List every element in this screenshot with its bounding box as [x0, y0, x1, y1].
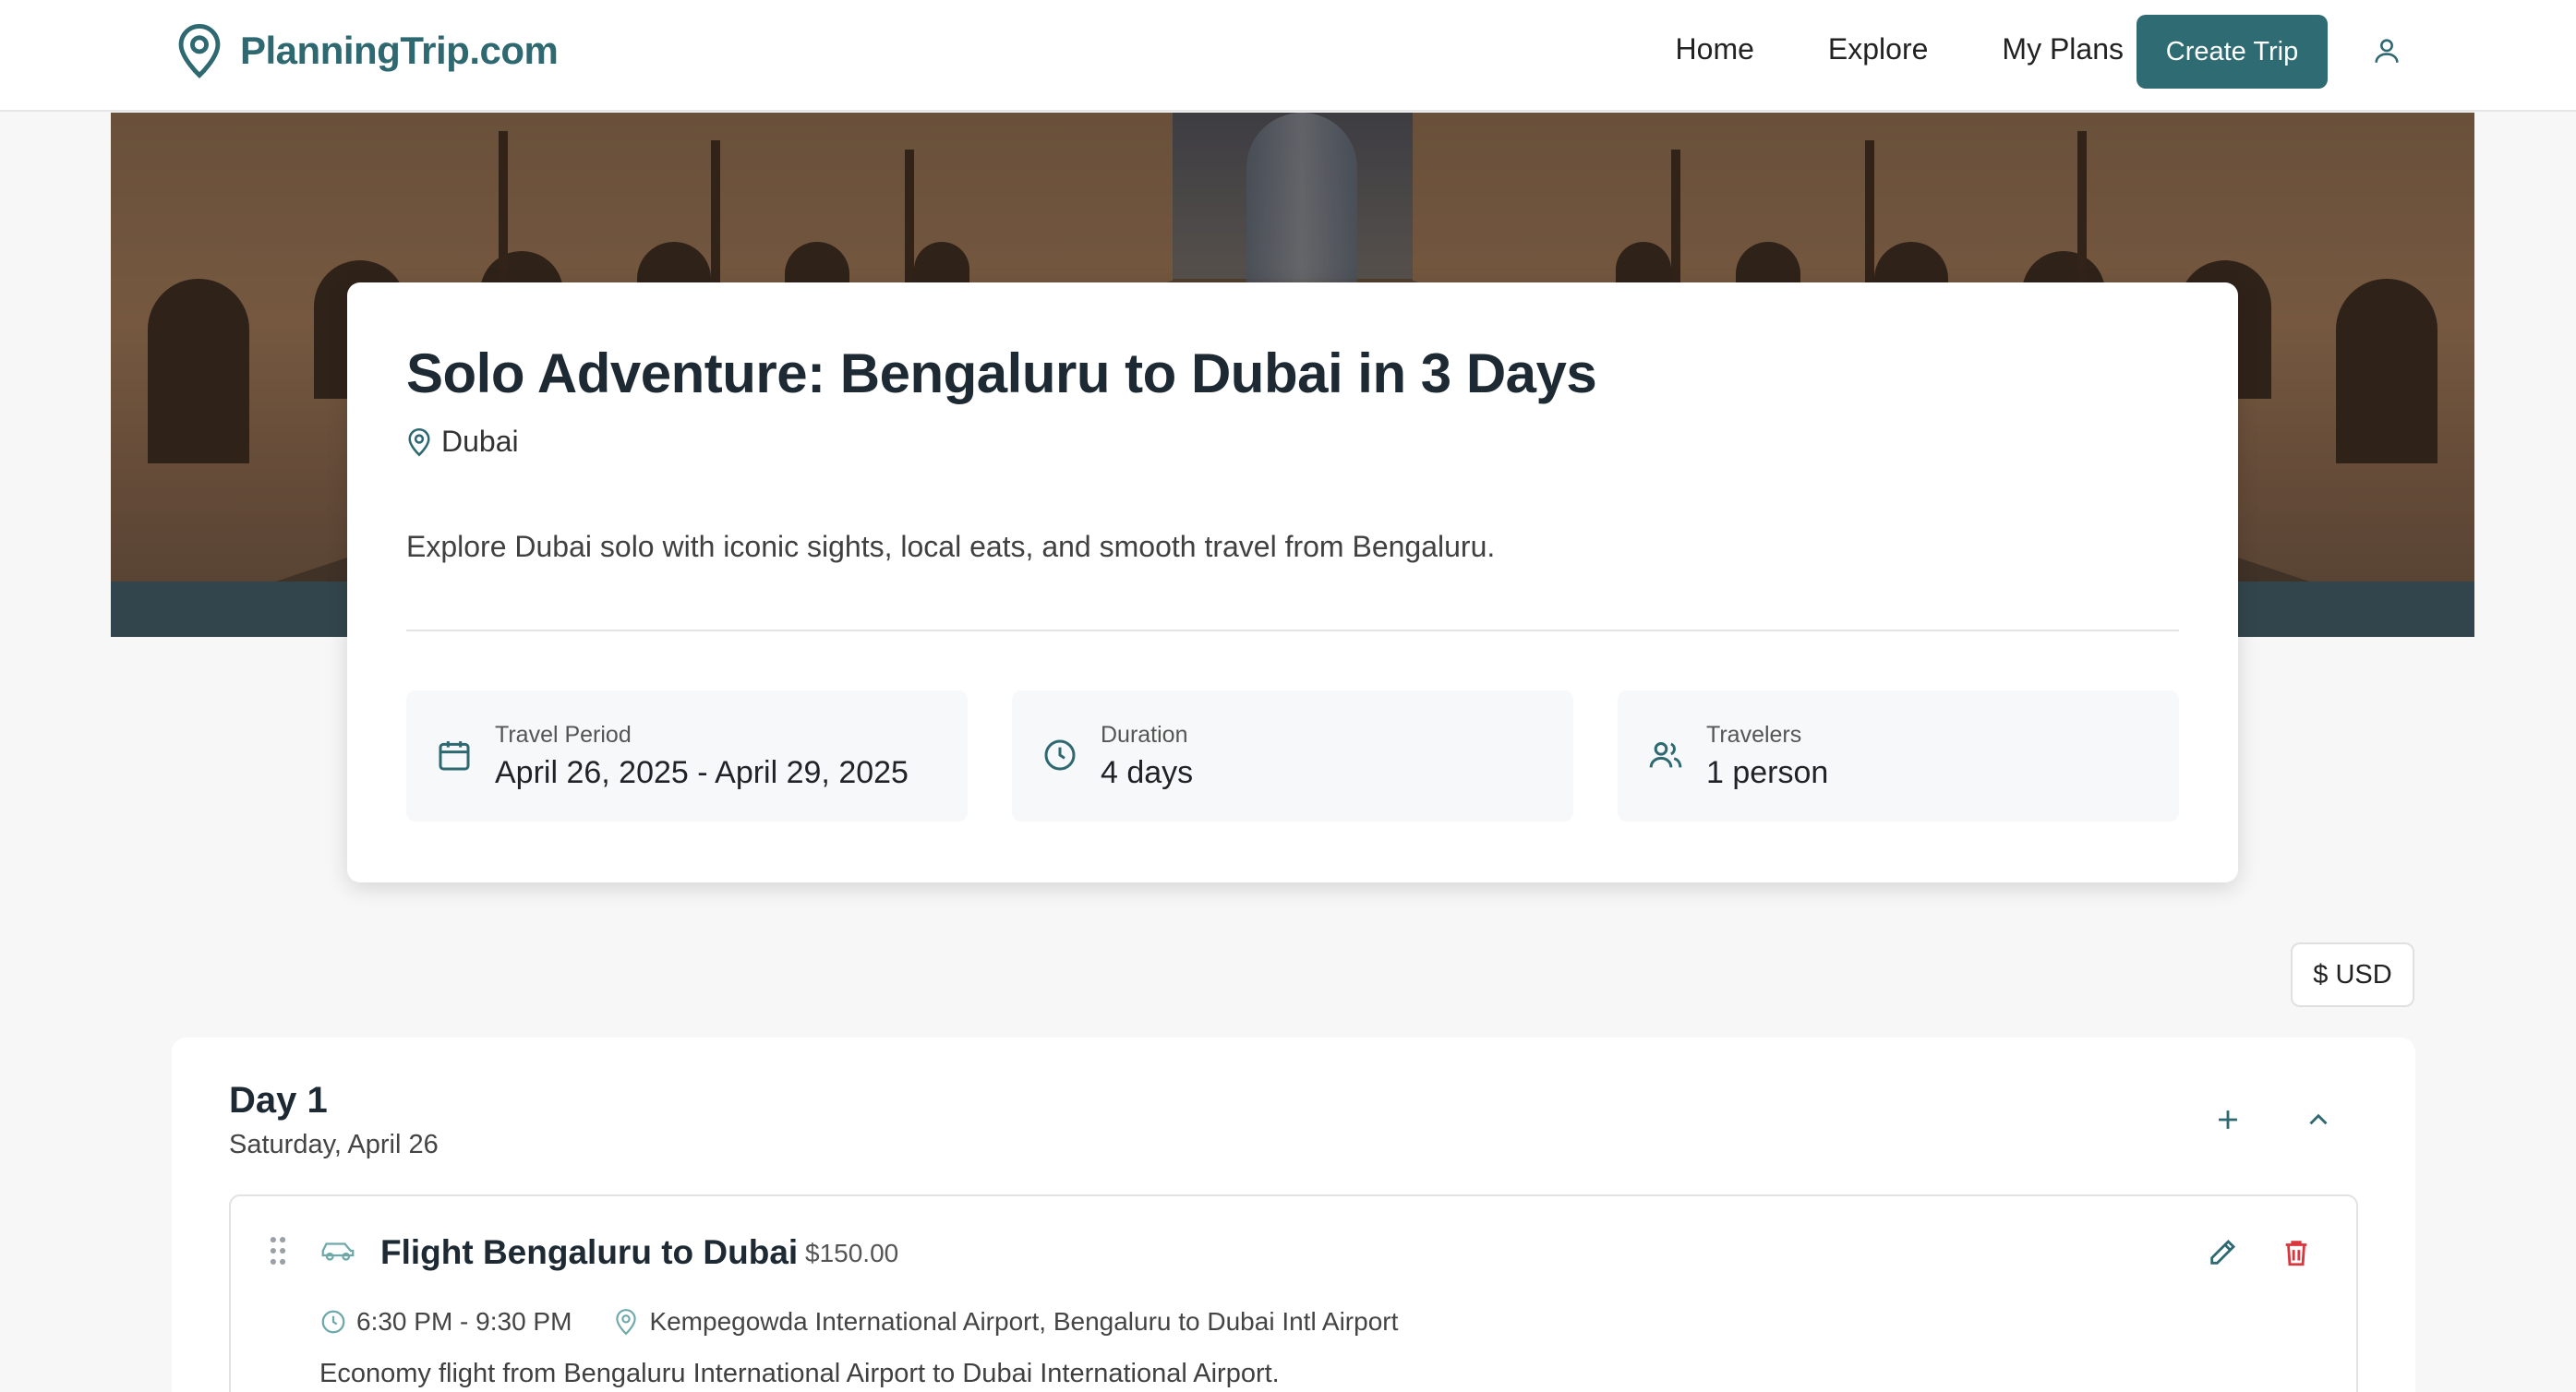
trip-title: Solo Adventure: Bengaluru to Dubai in 3 …	[406, 342, 1597, 404]
stat-label: Travelers	[1706, 722, 1802, 748]
chevron-up-icon[interactable]	[2303, 1104, 2334, 1135]
activity-title: Flight Bengaluru to Dubai	[380, 1233, 799, 1271]
calendar-icon	[439, 741, 470, 771]
stat-label: Travel Period	[495, 722, 632, 748]
nav-my-plans[interactable]: My Plans	[2002, 32, 2124, 66]
create-trip-button[interactable]: Create Trip	[2137, 15, 2328, 89]
map-pin-icon	[178, 24, 221, 78]
trip-description: Explore Dubai solo with iconic sights, l…	[406, 530, 1496, 563]
stat-duration: Duration 4 days	[1012, 690, 1573, 822]
nav-home[interactable]: Home	[1676, 32, 1754, 66]
users-icon	[1649, 742, 1682, 768]
nav-explore[interactable]: Explore	[1828, 32, 1929, 66]
divider	[406, 630, 2179, 631]
edit-icon[interactable]	[2207, 1237, 2238, 1268]
activity-card[interactable]: Flight Bengaluru to Dubai $150.00 6:30 P…	[229, 1194, 2358, 1392]
map-pin-icon	[616, 1309, 637, 1336]
trip-location: Dubai	[406, 425, 519, 459]
stat-value: April 26, 2025 - April 29, 2025	[495, 755, 909, 790]
brand-logo[interactable]: PlanningTrip.com	[174, 22, 559, 79]
activity-meta: 6:30 PM - 9:30 PM Kempegowda Internation…	[319, 1307, 1398, 1337]
activity-time: 6:30 PM - 9:30 PM	[356, 1307, 572, 1336]
map-pin-icon	[408, 427, 430, 456]
clock-icon	[1044, 739, 1076, 771]
brand-name: PlanningTrip.com	[240, 29, 559, 72]
trip-summary-card: Solo Adventure: Bengaluru to Dubai in 3 …	[347, 282, 2238, 882]
activity-place: Kempegowda International Airport, Bengal…	[649, 1307, 1399, 1336]
stat-travelers: Travelers 1 person	[1618, 690, 2179, 822]
day-date: Saturday, April 26	[229, 1130, 439, 1159]
stat-value: 4 days	[1101, 755, 1194, 790]
user-icon[interactable]	[2371, 35, 2402, 66]
add-activity-icon[interactable]	[2212, 1104, 2244, 1135]
stat-label: Duration	[1101, 722, 1188, 748]
car-icon	[321, 1242, 355, 1261]
top-navbar: PlanningTrip.com Home Explore My Plans C…	[0, 0, 2576, 112]
clock-icon	[321, 1310, 345, 1334]
main-nav: Home Explore My Plans	[1676, 32, 2124, 66]
stat-travel-period: Travel Period April 26, 2025 - April 29,…	[406, 690, 968, 822]
day-title: Day 1	[229, 1080, 328, 1121]
activity-price: $150.00	[805, 1239, 899, 1267]
trash-icon[interactable]	[2281, 1237, 2312, 1268]
day-panel: Day 1 Saturday, April 26 Flight Bengalur…	[172, 1038, 2415, 1392]
drag-handle-icon[interactable]	[268, 1235, 288, 1266]
currency-selector[interactable]: $ USD	[2291, 942, 2414, 1007]
trip-location-text: Dubai	[441, 425, 519, 458]
activity-description: Economy flight from Bengaluru Internatio…	[319, 1359, 1280, 1388]
stat-value: 1 person	[1706, 755, 1829, 790]
